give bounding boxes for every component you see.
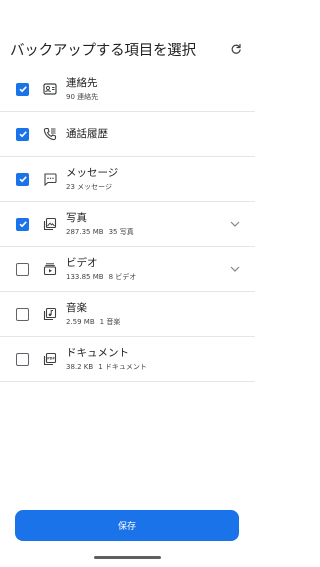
refresh-icon[interactable] xyxy=(227,40,245,58)
contacts-icon xyxy=(42,81,58,97)
header: バックアップする項目を選択 xyxy=(10,38,245,60)
checkbox-documents[interactable] xyxy=(16,352,29,366)
checkbox-photos[interactable] xyxy=(16,217,29,231)
checkbox-call-log[interactable] xyxy=(16,127,29,141)
list-item-music[interactable]: 音楽 2.59 MB 1 音楽 xyxy=(0,292,255,337)
item-name: メッセージ xyxy=(66,167,119,179)
checkbox-videos[interactable] xyxy=(16,262,29,276)
list-item-contacts[interactable]: 連絡先 90 連絡先 xyxy=(0,67,255,112)
video-icon xyxy=(42,261,58,277)
item-name: 音楽 xyxy=(66,302,87,314)
checkbox-contacts[interactable] xyxy=(16,82,29,96)
list-item-messages[interactable]: メッセージ 23 メッセージ xyxy=(0,157,255,202)
page-title: バックアップする項目を選択 xyxy=(10,42,196,59)
list-item-documents[interactable]: PDF ドキュメント 38.2 KB 1 ドキュメント xyxy=(0,337,255,382)
message-icon xyxy=(42,171,58,187)
list-item-call-log[interactable]: 通話履歴 xyxy=(0,112,255,157)
backup-item-list: 連絡先 90 連絡先 通話履歴 メッセージ 23 メッセージ 写真 287.35… xyxy=(0,67,255,382)
chevron-down-icon[interactable] xyxy=(229,263,241,275)
item-details: 23 メッセージ xyxy=(66,183,112,191)
item-details: 133.85 MB 8 ビデオ xyxy=(66,273,137,281)
item-name: 写真 xyxy=(66,212,87,224)
svg-text:PDF: PDF xyxy=(47,357,55,361)
music-icon xyxy=(42,306,58,322)
checkbox-music[interactable] xyxy=(16,307,29,321)
item-details: 2.59 MB 1 音楽 xyxy=(66,318,121,326)
document-icon: PDF xyxy=(42,351,58,367)
item-details: 38.2 KB 1 ドキュメント xyxy=(66,363,147,371)
call-log-icon xyxy=(42,126,58,142)
item-details: 90 連絡先 xyxy=(66,93,99,101)
list-item-photos[interactable]: 写真 287.35 MB 35 写真 xyxy=(0,202,255,247)
list-item-videos[interactable]: ビデオ 133.85 MB 8 ビデオ xyxy=(0,247,255,292)
item-name: ビデオ xyxy=(66,257,98,269)
item-name: 連絡先 xyxy=(66,77,98,89)
chevron-down-icon[interactable] xyxy=(229,218,241,230)
item-name: 通話履歴 xyxy=(66,128,108,140)
item-name: ドキュメント xyxy=(66,347,129,359)
backup-selection-screen: バックアップする項目を選択 連絡先 90 連絡先 通話履歴 メッセージ 23 メ… xyxy=(0,0,255,567)
item-details: 287.35 MB 35 写真 xyxy=(66,228,134,236)
photos-icon xyxy=(42,216,58,232)
navigation-handle[interactable] xyxy=(94,556,161,559)
checkbox-messages[interactable] xyxy=(16,172,29,186)
save-button[interactable]: 保存 xyxy=(15,510,239,541)
